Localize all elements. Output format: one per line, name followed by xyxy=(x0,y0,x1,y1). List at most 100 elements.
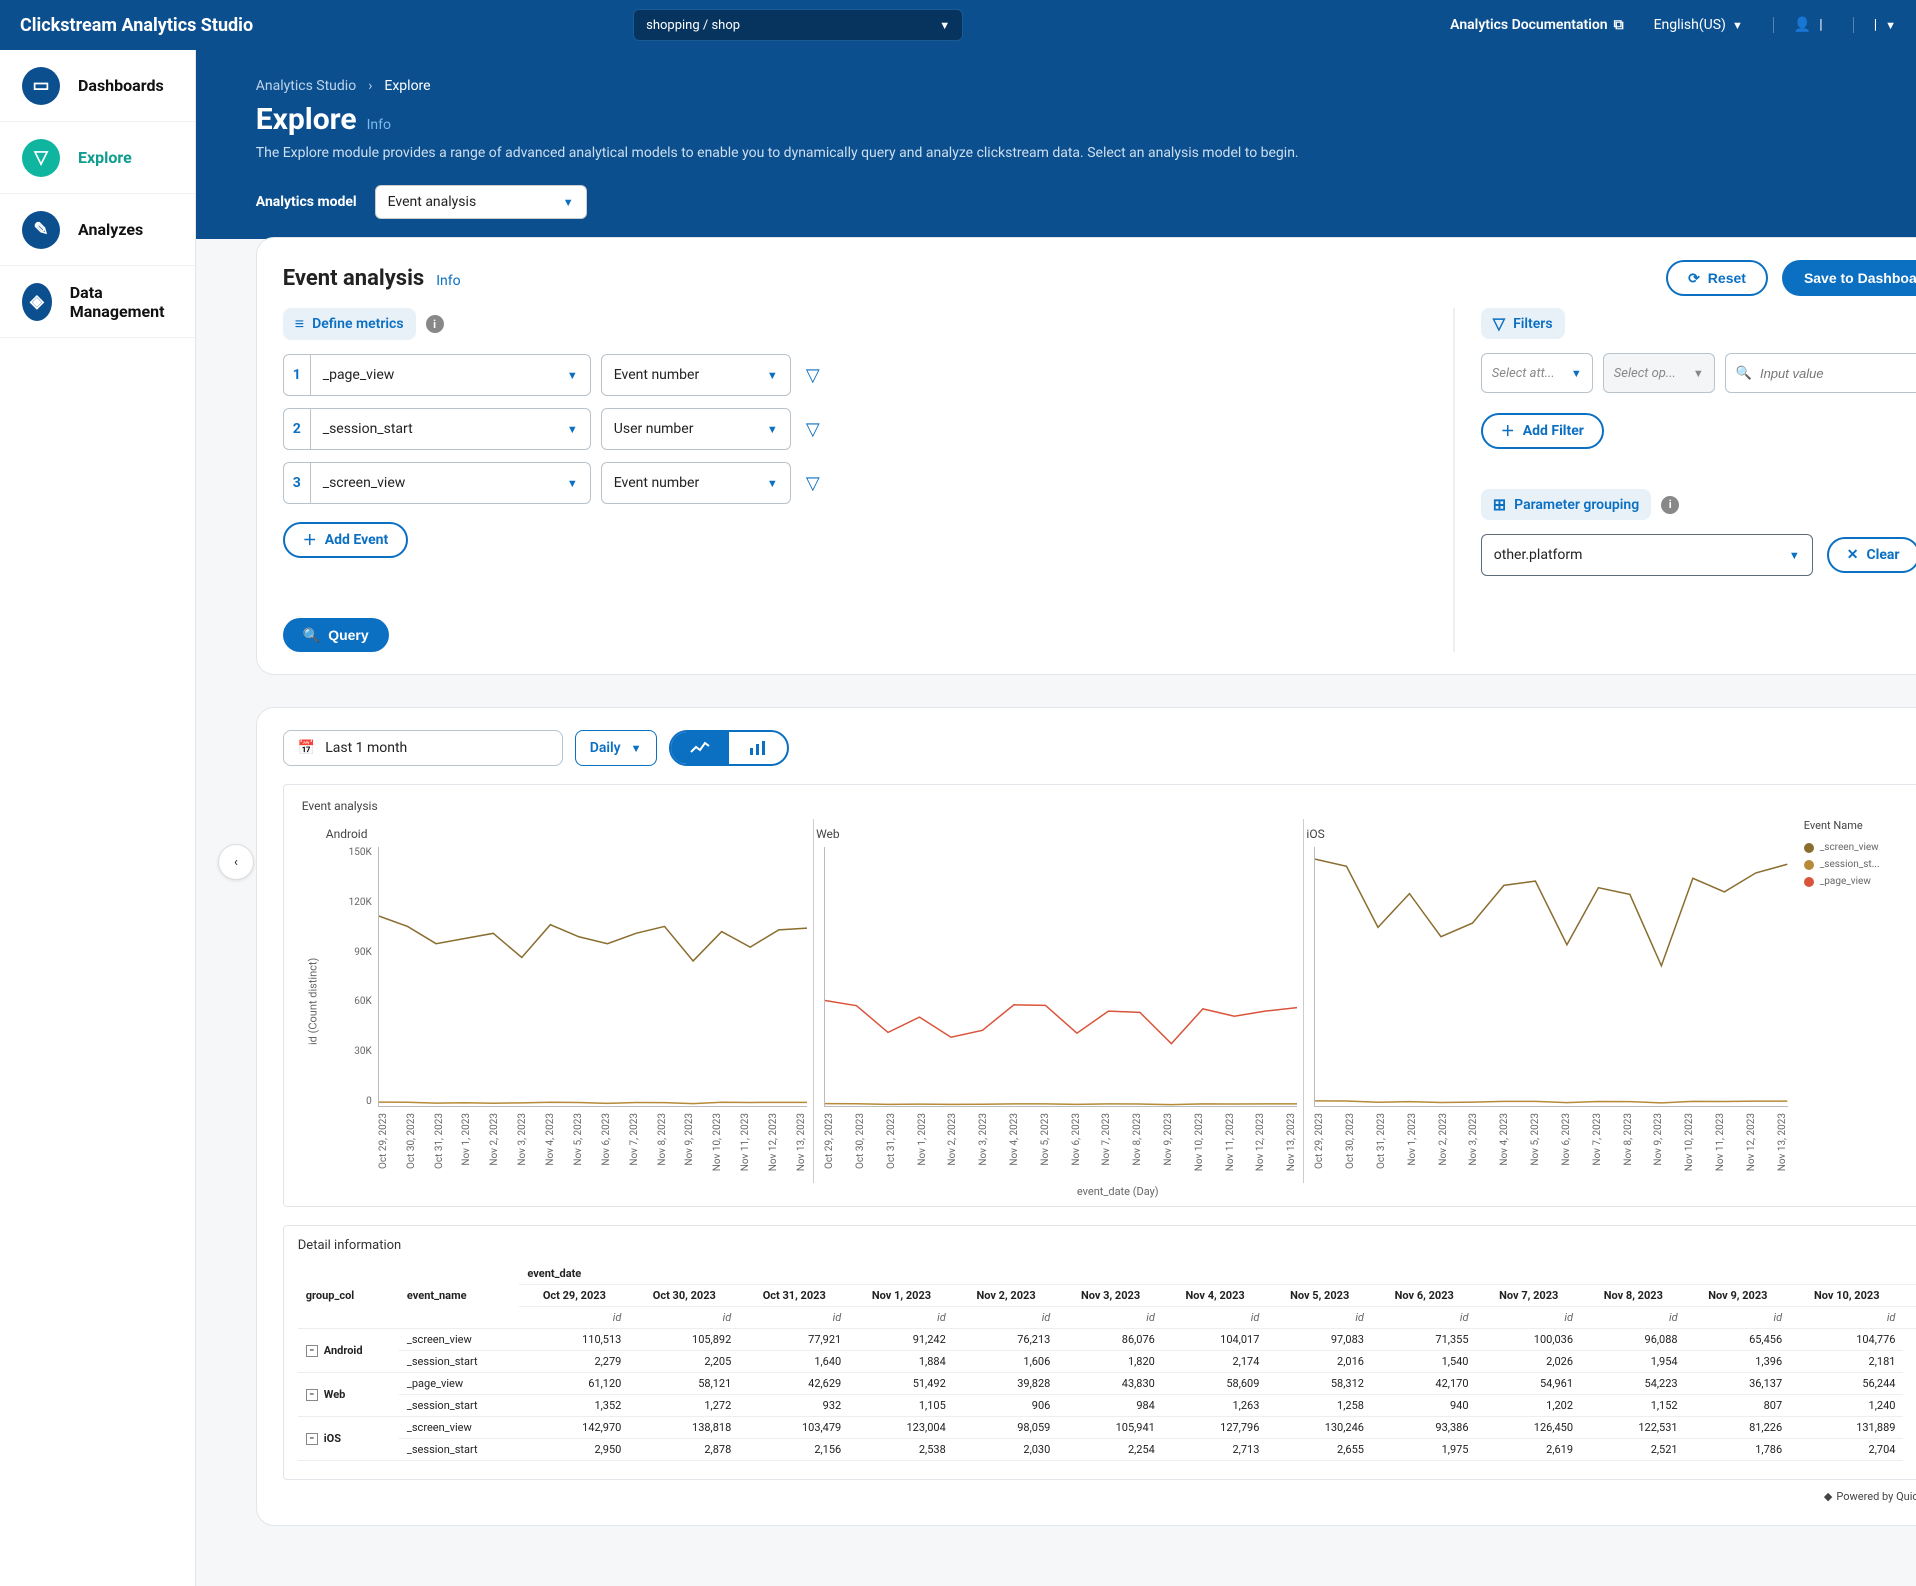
collapse-group-button[interactable]: − xyxy=(306,1345,318,1357)
collapse-group-button[interactable]: − xyxy=(306,1389,318,1401)
sidebar-item-label: Dashboards xyxy=(78,76,164,95)
filter-operator-select[interactable]: Select op... ▼ xyxy=(1603,353,1715,393)
search-icon: 🔍 xyxy=(1736,366,1752,381)
detail-table-panel: Detail information group_colevent_nameev… xyxy=(283,1225,1916,1480)
line-chart xyxy=(825,847,1297,1106)
breadcrumb-root[interactable]: Analytics Studio xyxy=(256,78,356,94)
account-menu[interactable]: | ▼ xyxy=(1853,17,1896,33)
sidebar-item-label: Data Management xyxy=(70,283,173,321)
filter-value-input[interactable] xyxy=(1760,366,1916,381)
metric-row: 3 _screen_view ▼ Event number ▼ ▽ xyxy=(283,462,1427,504)
sidebar-item-dashboards[interactable]: ▭ Dashboards xyxy=(0,50,195,122)
row-filter-button[interactable]: ▽ xyxy=(801,365,825,386)
page-title: Explore Info xyxy=(256,102,1916,137)
funnel-icon: ▽ xyxy=(1493,314,1505,333)
docs-link[interactable]: Analytics Documentation ⧉ xyxy=(1450,17,1623,33)
date-range-select[interactable]: 📅 Last 1 month xyxy=(283,730,563,766)
event-select[interactable]: _screen_view ▼ xyxy=(311,462,591,504)
measure-select[interactable]: Event number ▼ xyxy=(601,462,791,504)
page-header: ? Analytics Studio › Explore Explore Inf… xyxy=(196,50,1916,241)
query-button[interactable]: 🔍 Query xyxy=(283,618,389,652)
chevron-down-icon: ▼ xyxy=(1885,19,1896,32)
legend-dot xyxy=(1804,843,1814,853)
collapse-group-button[interactable]: − xyxy=(306,1433,318,1445)
sidebar-icon: ✎ xyxy=(22,211,60,249)
legend-item: _page_view xyxy=(1804,876,1916,887)
x-axis: Oct 29, 2023Oct 30, 2023Oct 31, 2023Nov … xyxy=(378,1113,807,1183)
legend: Event Name_screen_view_session_st..._pag… xyxy=(1794,819,1916,1183)
facet-title: Android xyxy=(326,827,807,841)
filters-header: ▽ Filters xyxy=(1481,308,1565,339)
reset-button[interactable]: ⟳ Reset xyxy=(1666,260,1768,296)
detail-table: group_colevent_nameevent_dateOct 29, 202… xyxy=(298,1263,1916,1461)
filter-attribute-select[interactable]: Select att... ▼ xyxy=(1481,353,1593,393)
save-dashboard-button[interactable]: Save to Dashboard xyxy=(1782,260,1916,296)
analytics-model-select[interactable]: Event analysis ▼ xyxy=(375,185,587,219)
chevron-down-icon: ▼ xyxy=(567,369,578,382)
row-filter-button[interactable]: ▽ xyxy=(801,473,825,494)
line-chart-toggle[interactable] xyxy=(671,732,729,764)
chevron-down-icon: ▼ xyxy=(567,423,578,436)
measure-select[interactable]: User number ▼ xyxy=(601,408,791,450)
define-metrics-header: ≡ Define metrics xyxy=(283,308,416,340)
event-select[interactable]: _session_start ▼ xyxy=(311,408,591,450)
info-icon[interactable]: i xyxy=(1661,496,1679,514)
project-selector[interactable]: shopping / shop ▼ xyxy=(633,9,963,41)
plot-area xyxy=(378,847,807,1107)
metric-index: 3 xyxy=(283,462,311,504)
parameter-group-select[interactable]: other.platform ▼ xyxy=(1481,534,1813,576)
sidebar-icon: ▭ xyxy=(22,67,60,105)
info-icon[interactable]: i xyxy=(426,315,444,333)
table-row: −iOS_screen_view142,970138,818103,479123… xyxy=(298,1417,1916,1439)
chevron-down-icon: ▼ xyxy=(1732,19,1743,32)
x-axis-label: event_date (Day) xyxy=(302,1185,1916,1198)
chevron-down-icon: ▼ xyxy=(567,477,578,490)
page-description: The Explore module provides a range of a… xyxy=(256,145,1336,161)
main: ? Analytics Studio › Explore Explore Inf… xyxy=(196,50,1916,1586)
y-axis: 150K120K90K60K30K0 xyxy=(326,847,378,1107)
table-row: _session_start1,3521,2729321,1059069841,… xyxy=(298,1395,1916,1417)
row-filter-button[interactable]: ▽ xyxy=(801,419,825,440)
grid-icon: ⊞ xyxy=(1493,495,1506,514)
language-selector[interactable]: English(US) ▼ xyxy=(1654,17,1743,33)
clear-button[interactable]: ✕ Clear xyxy=(1827,537,1916,573)
legend-item: _screen_view xyxy=(1804,842,1916,853)
viz-card: 📅 Last 1 month Daily ▼ xyxy=(256,707,1916,1526)
event-select[interactable]: _page_view ▼ xyxy=(311,354,591,396)
bar-chart-toggle[interactable] xyxy=(729,732,787,764)
x-axis: Oct 29, 2023Oct 30, 2023Oct 31, 2023Nov … xyxy=(824,1113,1297,1183)
card-info-link[interactable]: Info xyxy=(436,273,460,289)
metric-row: 2 _session_start ▼ User number ▼ ▽ xyxy=(283,408,1427,450)
breadcrumb: Analytics Studio › Explore xyxy=(256,78,1916,94)
add-filter-button[interactable]: ＋ Add Filter xyxy=(1481,413,1604,449)
breadcrumb-current: Explore xyxy=(384,78,430,94)
user-menu[interactable]: 👤 | xyxy=(1773,17,1823,33)
chevron-down-icon: ▼ xyxy=(1571,367,1582,380)
line-chart xyxy=(1315,847,1787,1106)
sidebar-item-label: Analyzes xyxy=(78,220,143,239)
collapse-sidebar-button[interactable]: ‹ xyxy=(218,844,254,880)
powered-by: ◆ Powered by QuickSight xyxy=(283,1490,1916,1503)
card-title: Event analysis Info xyxy=(283,266,461,291)
chevron-down-icon: ▼ xyxy=(1789,549,1800,562)
sidebar-item-analyzes[interactable]: ✎ Analyzes xyxy=(0,194,195,266)
sidebar-item-data-management[interactable]: ◈ Data Management xyxy=(0,266,195,338)
sidebar-icon: ▽ xyxy=(22,139,60,177)
calendar-icon: 📅 xyxy=(298,740,315,756)
measure-select[interactable]: Event number ▼ xyxy=(601,354,791,396)
external-link-icon: ⧉ xyxy=(1614,17,1624,33)
info-link[interactable]: Info xyxy=(367,117,391,133)
granularity-select[interactable]: Daily ▼ xyxy=(575,730,657,766)
filter-value-input-wrapper: 🔍 xyxy=(1725,353,1916,393)
list-icon: ≡ xyxy=(295,314,304,334)
config-card: Event analysis Info ⟳ Reset Save to Dash… xyxy=(256,237,1916,675)
table-row: _session_start2,2792,2051,6401,8841,6061… xyxy=(298,1351,1916,1373)
sidebar-item-explore[interactable]: ▽ Explore xyxy=(0,122,195,194)
sidebar-icon: ◈ xyxy=(22,283,52,321)
add-event-button[interactable]: ＋ Add Event xyxy=(283,522,409,558)
top-bar: Clickstream Analytics Studio shopping / … xyxy=(0,0,1916,50)
line-chart xyxy=(379,847,807,1106)
app-title: Clickstream Analytics Studio xyxy=(20,15,253,36)
facet-title: iOS xyxy=(1306,827,1787,841)
sidebar-item-label: Explore xyxy=(78,148,132,167)
